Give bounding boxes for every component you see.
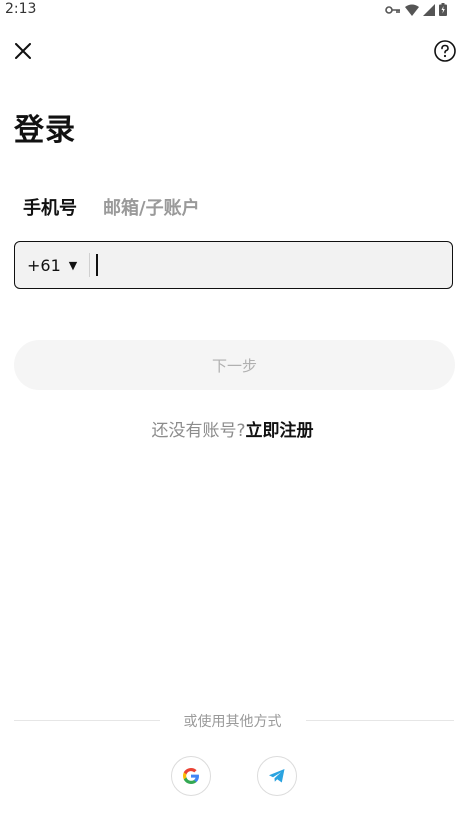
status-time: 2:13 (5, 1, 37, 17)
page-title: 登录 (14, 113, 76, 148)
caret-down-icon: ▼ (68, 258, 78, 272)
register-link[interactable]: 立即注册 (246, 421, 314, 441)
status-icons (385, 3, 447, 16)
google-login-button[interactable] (171, 756, 211, 796)
country-code-selector[interactable]: +61 ▼ (15, 242, 77, 288)
login-tabs: 手机号 邮箱/子账户 (23, 194, 200, 220)
vpn-key-icon (385, 5, 400, 14)
tab-email-subaccount[interactable]: 邮箱/子账户 (103, 194, 200, 220)
wifi-icon (405, 4, 419, 16)
other-login-label: 或使用其他方式 (183, 714, 282, 730)
telegram-login-button[interactable] (257, 756, 297, 796)
next-button[interactable]: 下一步 (14, 340, 455, 390)
battery-icon (439, 3, 447, 16)
text-cursor (96, 254, 98, 276)
divider-line-right (306, 720, 454, 721)
google-icon (183, 768, 199, 784)
telegram-icon (269, 769, 285, 783)
signal-icon (423, 3, 435, 16)
status-bar: 2:13 (0, 0, 465, 22)
tab-phone[interactable]: 手机号 (23, 194, 77, 220)
help-button[interactable] (433, 39, 457, 63)
help-icon (434, 40, 456, 62)
top-bar (0, 30, 465, 74)
close-icon (15, 43, 31, 59)
other-login-divider: 或使用其他方式 (0, 709, 465, 731)
close-button[interactable] (10, 38, 36, 64)
country-code: +61 (27, 255, 61, 275)
phone-field: +61 ▼ (14, 241, 453, 289)
register-question: 还没有账号? (151, 421, 246, 441)
register-prompt: 还没有账号?立即注册 (0, 416, 465, 441)
phone-input[interactable] (90, 241, 452, 289)
